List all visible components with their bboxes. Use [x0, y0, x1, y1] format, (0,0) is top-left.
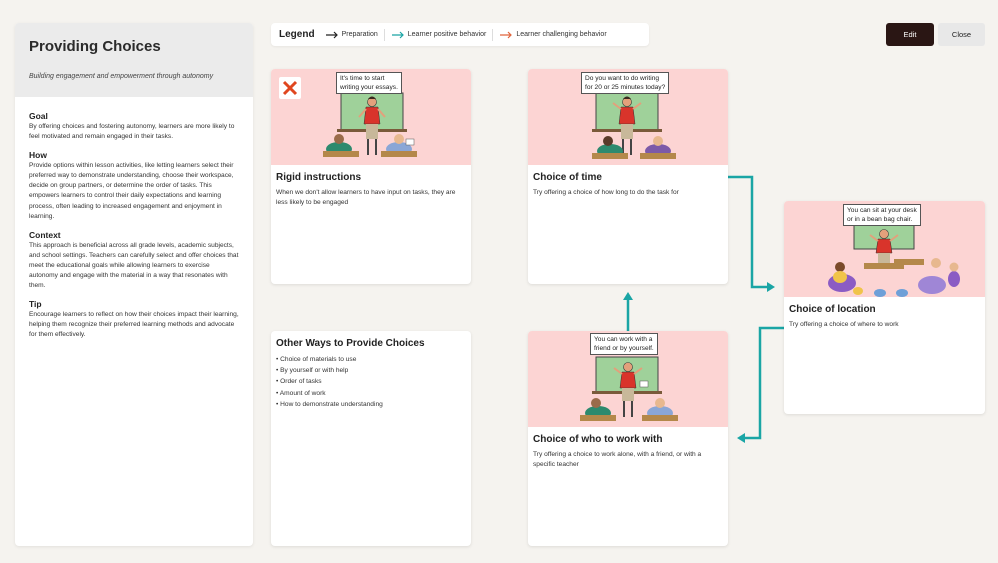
speech-bubble: You can work with a friend or by yourself… [590, 333, 658, 355]
card-body: Choice of location Try offering a choice… [784, 297, 985, 330]
card-choice-of-location[interactable]: You can sit at your desk or in a bean bag… [784, 201, 985, 414]
card-body: Choice of who to work with Try offering … [528, 427, 728, 470]
legend-label: Learner challenging behavior [516, 31, 607, 38]
section-text-how: Provide options within lesson activities… [29, 162, 234, 220]
list-item: • How to demonstrate understanding [276, 400, 383, 408]
info-panel-header: Providing Choices Building engagement an… [15, 23, 253, 97]
card-title: Choice of who to work with [533, 434, 663, 445]
arrowhead [767, 282, 775, 292]
legend: Legend Preparation Learner positive beha… [271, 23, 649, 46]
speech-bubble: Do you want to do writing for 20 or 25 mi… [581, 72, 670, 94]
speech-bubble: It's time to start writing your essays. [336, 72, 402, 94]
card-body: Rigid instructions When we don't allow l… [271, 165, 471, 208]
section-text-context: This approach is beneficial across all g… [29, 241, 239, 290]
card-choice-of-time[interactable]: Do you want to do writing for 20 or 25 mi… [528, 69, 728, 284]
legend-item-positive: Learner positive behavior [391, 31, 487, 39]
list-item: • Order of tasks [276, 378, 322, 386]
section-heading-goal: Goal [29, 111, 48, 121]
card-illustration: Do you want to do writing for 20 or 25 mi… [528, 69, 728, 165]
legend-item-challenging: Learner challenging behavior [499, 31, 607, 39]
x-icon [279, 77, 301, 99]
page-title: Providing Choices [29, 38, 161, 55]
card-rigid-instructions[interactable]: It's time to start writing your essays. R… [271, 69, 471, 284]
connector-location-to-who [742, 326, 784, 440]
info-panel: Providing Choices Building engagement an… [15, 23, 253, 546]
card-illustration: It's time to start writing your essays. [271, 69, 471, 165]
card-title: Choice of time [533, 172, 602, 183]
ways-list: • Choice of materials to use • By yourse… [276, 354, 466, 410]
card-title: Rigid instructions [276, 172, 361, 183]
legend-title: Legend [279, 29, 315, 40]
connector-time-to-location [728, 175, 770, 289]
legend-label: Learner positive behavior [407, 31, 487, 38]
card-other-ways[interactable]: Other Ways to Provide Choices • Choice o… [271, 331, 471, 546]
arrow-right-icon [391, 31, 404, 38]
section-heading-context: Context [29, 229, 61, 240]
section-heading-tip: Tip [29, 299, 42, 310]
legend-label: Preparation [341, 31, 378, 38]
speech-bubble: You can sit at your desk or in a bean bag… [843, 204, 921, 226]
card-choice-of-who[interactable]: You can work with a friend or by yourself… [528, 331, 728, 546]
arrowhead [737, 433, 745, 443]
page-subtitle: Building engagement and empowerment thro… [29, 73, 214, 80]
list-item: • By yourself or with help [276, 367, 349, 375]
card-body: Choice of time Try offering a choice of … [528, 165, 728, 198]
card-illustration: You can sit at your desk or in a bean bag… [784, 201, 985, 297]
card-title: Choice of location [789, 304, 876, 315]
list-item: • Amount of work [276, 389, 326, 397]
card-description: Try offering a choice of how long to do … [533, 189, 679, 196]
list-item: • Choice of materials to use [276, 356, 357, 363]
legend-divider [383, 28, 385, 41]
arrowhead [623, 292, 633, 300]
edit-button[interactable]: Edit [886, 23, 934, 46]
arrow-right-icon [325, 31, 338, 38]
section-text-tip: Encourage learners to reflect on how the… [29, 311, 239, 339]
section-text-goal: By offering choices and fostering autono… [29, 123, 235, 141]
card-description: When we don't allow learners to have inp… [276, 189, 456, 206]
info-panel-body: Goal By offering choices and fostering a… [15, 97, 253, 341]
card-illustration: You can work with a friend or by yourself… [528, 331, 728, 427]
legend-item-preparation: Preparation [325, 31, 378, 39]
arrow-right-icon [500, 31, 513, 38]
section-heading-how: How [29, 150, 47, 161]
card-title: Other Ways to Provide Choices [276, 338, 425, 349]
card-description: Try offering a choice to work alone, wit… [533, 451, 702, 468]
legend-divider [492, 28, 494, 41]
card-description: Try offering a choice of where to work [789, 321, 899, 328]
close-button[interactable]: Close [938, 23, 985, 46]
